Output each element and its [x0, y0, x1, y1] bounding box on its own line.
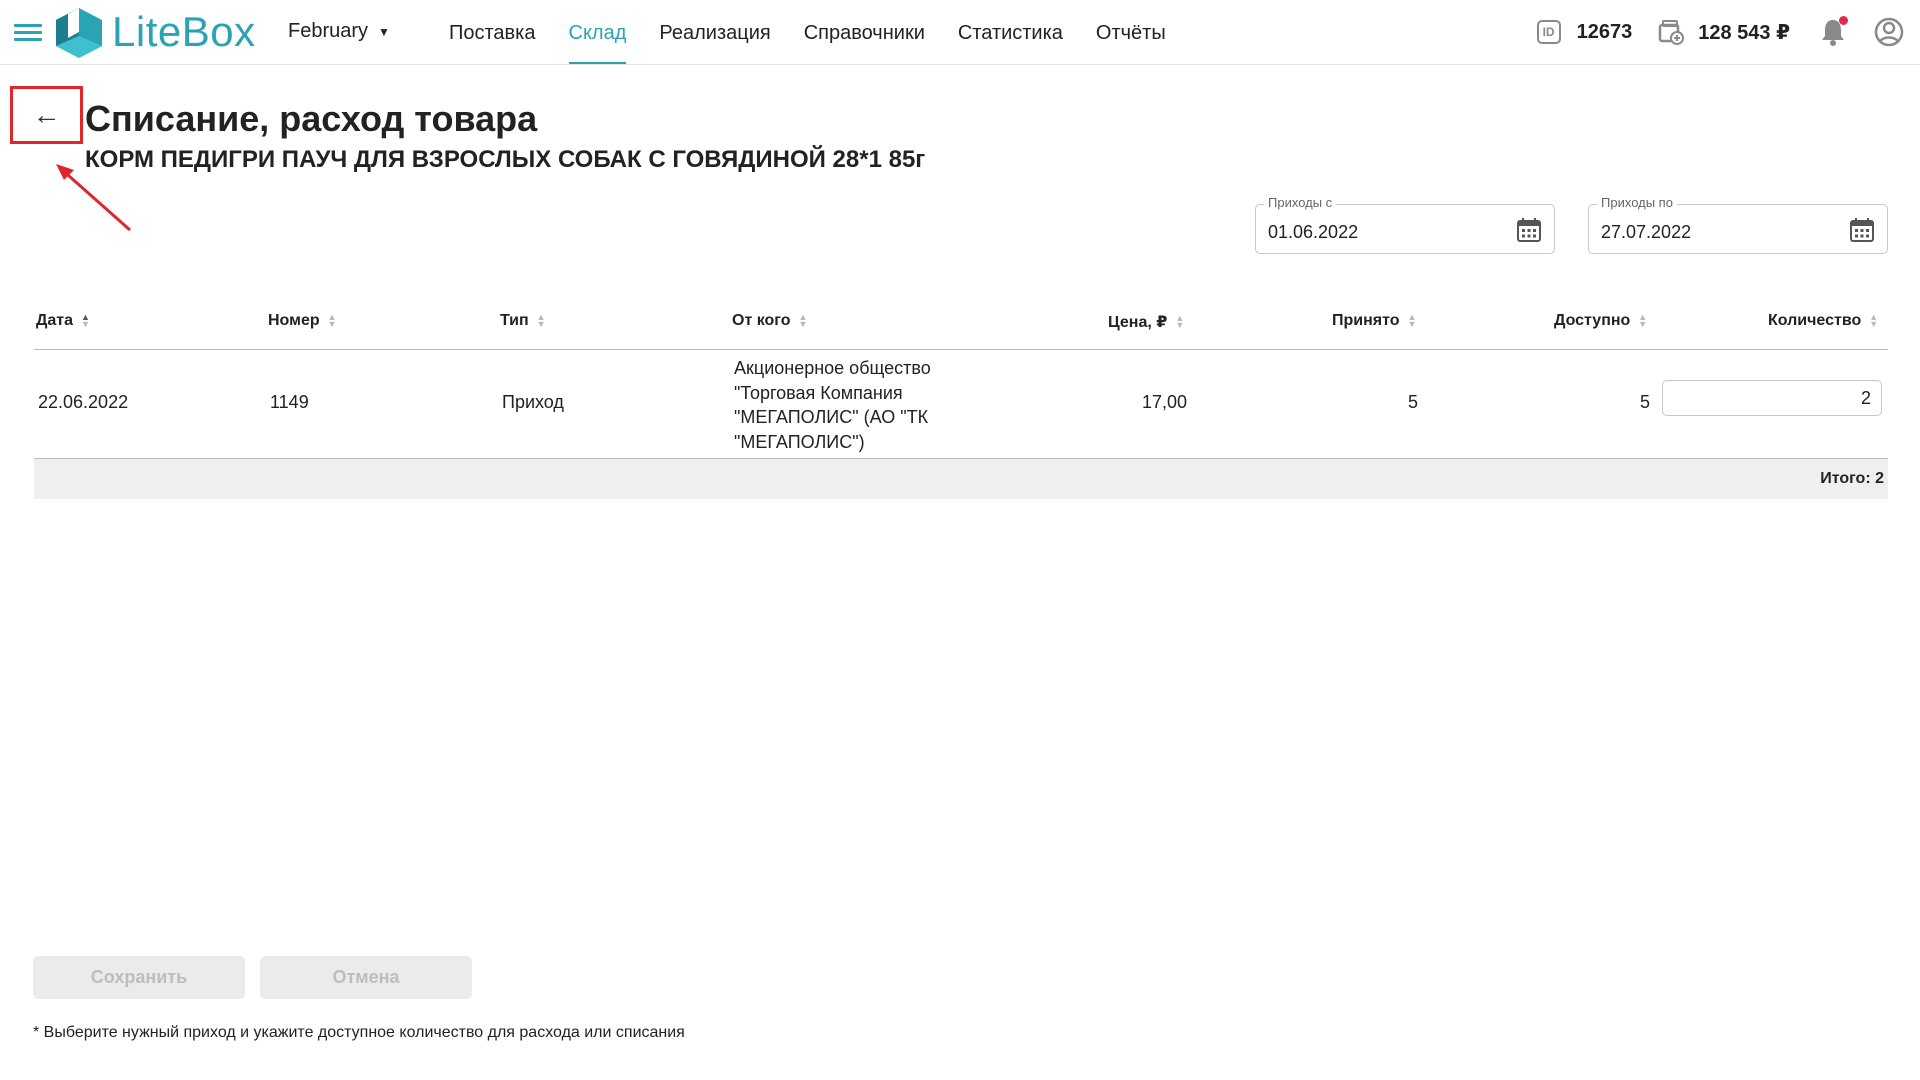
date-from-input[interactable] [1266, 221, 1500, 244]
column-header-type[interactable]: Тип ▲ ▼ [500, 312, 546, 330]
date-from-label: Приходы с [1264, 195, 1337, 210]
cell-type: Приход [502, 392, 564, 412]
save-button[interactable]: Сохранить [33, 956, 245, 999]
cell-from: Акционерное общество "Торговая Компания … [734, 356, 931, 454]
sort-icon: ▲ ▼ [327, 312, 337, 329]
wallet-icon[interactable] [1658, 19, 1685, 45]
column-header-available[interactable]: Доступно ▲ ▼ [1554, 312, 1647, 330]
user-avatar-icon[interactable] [1874, 17, 1904, 47]
column-label: Номер [268, 312, 320, 329]
column-header-from[interactable]: От кого ▲ ▼ [732, 312, 807, 330]
cell-price: 17,00 [1142, 392, 1188, 412]
account-id: 12673 [1576, 20, 1633, 43]
notification-dot [1839, 16, 1848, 25]
cell-received: 5 [1408, 392, 1419, 412]
date-to-field: Приходы по [1588, 195, 1888, 254]
cell-from-line: "МЕГАПОЛИС" (АО "ТК [734, 407, 929, 427]
cell-from-line: "МЕГАПОЛИС") [734, 431, 865, 452]
nav-item-spravochniki[interactable]: Справочники [804, 0, 925, 64]
page-title: Списание, расход товара [85, 98, 538, 139]
column-label: От кого [732, 312, 791, 329]
column-label: Цена, ₽ [1108, 314, 1168, 331]
chevron-down-icon: ▼ [378, 24, 390, 39]
table-header: Дата ▲ ▼ Номер ▲ ▼ Тип ▲ ▼ От кого ▲ ▼ Цена,… [34, 300, 1888, 350]
column-label: Принято [1332, 312, 1400, 329]
bell-icon[interactable] [1820, 16, 1848, 46]
column-label: Дата [36, 312, 74, 329]
top-bar: LiteBox February ▼ Поставка Склад Реализ… [0, 0, 1920, 65]
sort-icon: ▲ ▼ [1638, 312, 1648, 329]
column-header-date[interactable]: Дата ▲ ▼ [36, 312, 90, 330]
column-label: Количество [1768, 312, 1862, 329]
cell-from-line: "Торговая Компания [734, 382, 903, 403]
sort-icon: ▲ ▼ [81, 312, 90, 329]
header-right: ID 12673 128 543 ₽ [1536, 0, 1904, 64]
column-header-quantity[interactable]: Количество ▲ ▼ [1768, 312, 1878, 330]
balance: 128 543 ₽ [1698, 21, 1790, 44]
column-header-received[interactable]: Принято ▲ ▼ [1332, 312, 1416, 330]
table-row[interactable]: 22.06.2022 1149 Приход Акционерное общес… [34, 350, 1888, 459]
sort-icon: ▲ ▼ [536, 312, 546, 329]
cancel-button[interactable]: Отмена [260, 956, 472, 999]
litebox-logo-icon [56, 8, 102, 58]
cell-date: 22.06.2022 [38, 392, 129, 412]
nav-item-postavka[interactable]: Поставка [449, 0, 536, 64]
main-nav: Поставка Склад Реализация Справочники Ст… [449, 0, 1199, 64]
cell-available: 5 [1640, 392, 1651, 412]
calendar-icon[interactable] [1516, 217, 1542, 243]
footnote: * Выберите нужный приход и укажите досту… [33, 1024, 685, 1041]
sort-icon: ▲ ▼ [1175, 313, 1185, 330]
receipts-table: Дата ▲ ▼ Номер ▲ ▼ Тип ▲ ▼ От кого ▲ ▼ Цена,… [34, 300, 1888, 499]
column-header-price[interactable]: Цена, ₽ ▲ ▼ [1108, 312, 1184, 332]
nav-item-otchety[interactable]: Отчёты [1096, 0, 1166, 64]
sort-icon: ▲ ▼ [798, 312, 808, 329]
quantity-input[interactable] [1662, 380, 1882, 416]
arrow-left-icon: ← [32, 99, 61, 130]
column-label: Доступно [1554, 312, 1631, 329]
logo-text: LiteBox [112, 8, 256, 55]
column-header-number[interactable]: Номер ▲ ▼ [268, 312, 337, 330]
sort-icon: ▲ ▼ [1407, 312, 1417, 329]
sort-icon: ▲ ▼ [1869, 312, 1879, 329]
id-icon: ID [1536, 20, 1561, 44]
date-to-label: Приходы по [1597, 195, 1677, 210]
column-label: Тип [500, 312, 529, 329]
month-select[interactable]: February ▼ [288, 20, 390, 43]
back-button[interactable]: ← [10, 86, 83, 144]
logo[interactable]: LiteBox [54, 6, 256, 58]
nav-item-realizatsiya[interactable]: Реализация [659, 0, 770, 64]
nav-item-sklad[interactable]: Склад [568, 0, 627, 64]
total-label: Итого: 2 [1820, 470, 1884, 487]
cell-number: 1149 [270, 392, 309, 412]
calendar-icon[interactable] [1849, 217, 1875, 243]
date-from-field: Приходы с [1255, 195, 1555, 254]
date-to-input[interactable] [1599, 221, 1833, 244]
table-total-row: Итого: 2 [34, 459, 1888, 499]
nav-item-statistika[interactable]: Статистика [958, 0, 1063, 64]
cell-from-line: Акционерное общество [734, 358, 931, 378]
product-name: КОРМ ПЕДИГРИ ПАУЧ ДЛЯ ВЗРОСЛЫХ СОБАК С Г… [85, 146, 926, 173]
menu-icon[interactable] [14, 24, 42, 42]
month-select-value: February [288, 20, 369, 42]
